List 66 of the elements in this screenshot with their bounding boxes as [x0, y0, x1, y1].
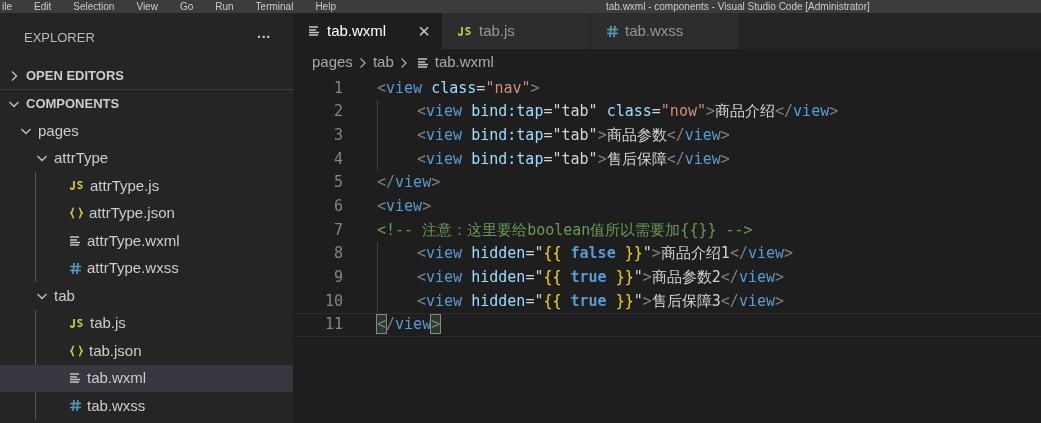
line-number: 1: [332, 77, 343, 99]
section-header[interactable]: COMPONENTS: [0, 90, 293, 117]
code-line: <view bind:tap="tab" class="now">商品介绍</view>: [417, 101, 839, 123]
hash-icon: [70, 400, 81, 412]
file-item[interactable]: tab.wxss: [0, 392, 293, 420]
chevron-right-icon: [358, 56, 367, 69]
line-number: 5: [332, 172, 343, 194]
code-line: </view>: [377, 172, 441, 194]
sidebar-title: EXPLORER: [24, 28, 95, 47]
section-header[interactable]: OPEN EDITORS: [0, 62, 293, 89]
file-item[interactable]: tab.wxml: [0, 364, 293, 392]
braces-icon: [70, 207, 83, 220]
breadcrumb-item[interactable]: tab: [372, 51, 394, 74]
code-line: <view hidden="{{ false }}">商品介绍1</view>: [417, 243, 794, 265]
file-item[interactable]: attrType.json: [0, 199, 293, 227]
line-number: 7: [332, 219, 343, 241]
code-line: <view>: [377, 196, 432, 218]
breadcrumb-item[interactable]: pages: [312, 51, 353, 74]
code-line: <view hidden="{{ true }}">商品参数2</view>: [417, 267, 785, 289]
line-number: 9: [332, 267, 343, 289]
line-number: 6: [332, 196, 343, 218]
js-file-icon: [70, 318, 84, 328]
menu-item[interactable]: Selection: [73, 1, 115, 12]
lines-icon: [417, 57, 429, 68]
chevron-right-icon: [399, 56, 408, 69]
code-line: <view class="nav">: [377, 77, 540, 99]
lines-icon: [70, 373, 81, 384]
lines-icon: [309, 26, 320, 36]
line-number: 3: [332, 124, 343, 146]
folder-item[interactable]: pages: [0, 117, 293, 145]
js-file-icon: [70, 181, 84, 191]
more-actions-button[interactable]: ···: [257, 27, 271, 48]
editor-tab[interactable]: tab.js: [442, 13, 591, 49]
file-item[interactable]: attrType.wxml: [0, 227, 293, 255]
menu-item[interactable]: Edit: [34, 1, 52, 12]
code-line: <view bind:tap="tab">售后保障</view>: [417, 148, 730, 170]
menu-item[interactable]: View: [136, 1, 158, 12]
close-button[interactable]: ×: [418, 21, 430, 41]
code-line: <!-- 注意：这里要给boolean值所以需要加{{}} -->: [377, 219, 753, 241]
line-number: 4: [332, 148, 343, 170]
hash-icon: [607, 25, 618, 37]
editor-tab[interactable]: tab.wxss: [591, 13, 740, 49]
line-number: 11: [323, 314, 343, 336]
line-number: 8: [332, 243, 343, 265]
folder-item[interactable]: tab: [0, 282, 293, 310]
folder-item[interactable]: attrType: [0, 144, 293, 172]
lines-icon: [70, 235, 81, 246]
braces-icon: [70, 344, 83, 357]
line-number: 2: [332, 101, 343, 123]
file-item[interactable]: attrType.js: [0, 172, 293, 200]
menu-item[interactable]: Run: [215, 1, 234, 12]
menu-item[interactable]: Help: [315, 1, 336, 12]
hash-icon: [70, 262, 81, 274]
file-item[interactable]: tab.js: [0, 309, 293, 337]
breadcrumb-item[interactable]: tab.wxml: [434, 51, 494, 74]
editor-tab[interactable]: tab.wxml ×: [293, 13, 442, 49]
js-file-icon: [458, 26, 472, 36]
menu-item[interactable]: Terminal: [255, 1, 294, 12]
menu-item[interactable]: Go: [179, 1, 194, 12]
line-number: 10: [323, 290, 343, 312]
file-item[interactable]: attrType.wxss: [0, 254, 293, 282]
code-line: <view bind:tap="tab">商品参数</view>: [417, 124, 730, 146]
window-title: tab.wxml - components - Visual Studio Code [Administrator]: [605, 1, 870, 12]
file-item[interactable]: tab.json: [0, 337, 293, 365]
menu-item[interactable]: ile: [2, 1, 12, 12]
code-line: <view hidden="{{ true }}">售后保障3</view>: [417, 290, 785, 312]
